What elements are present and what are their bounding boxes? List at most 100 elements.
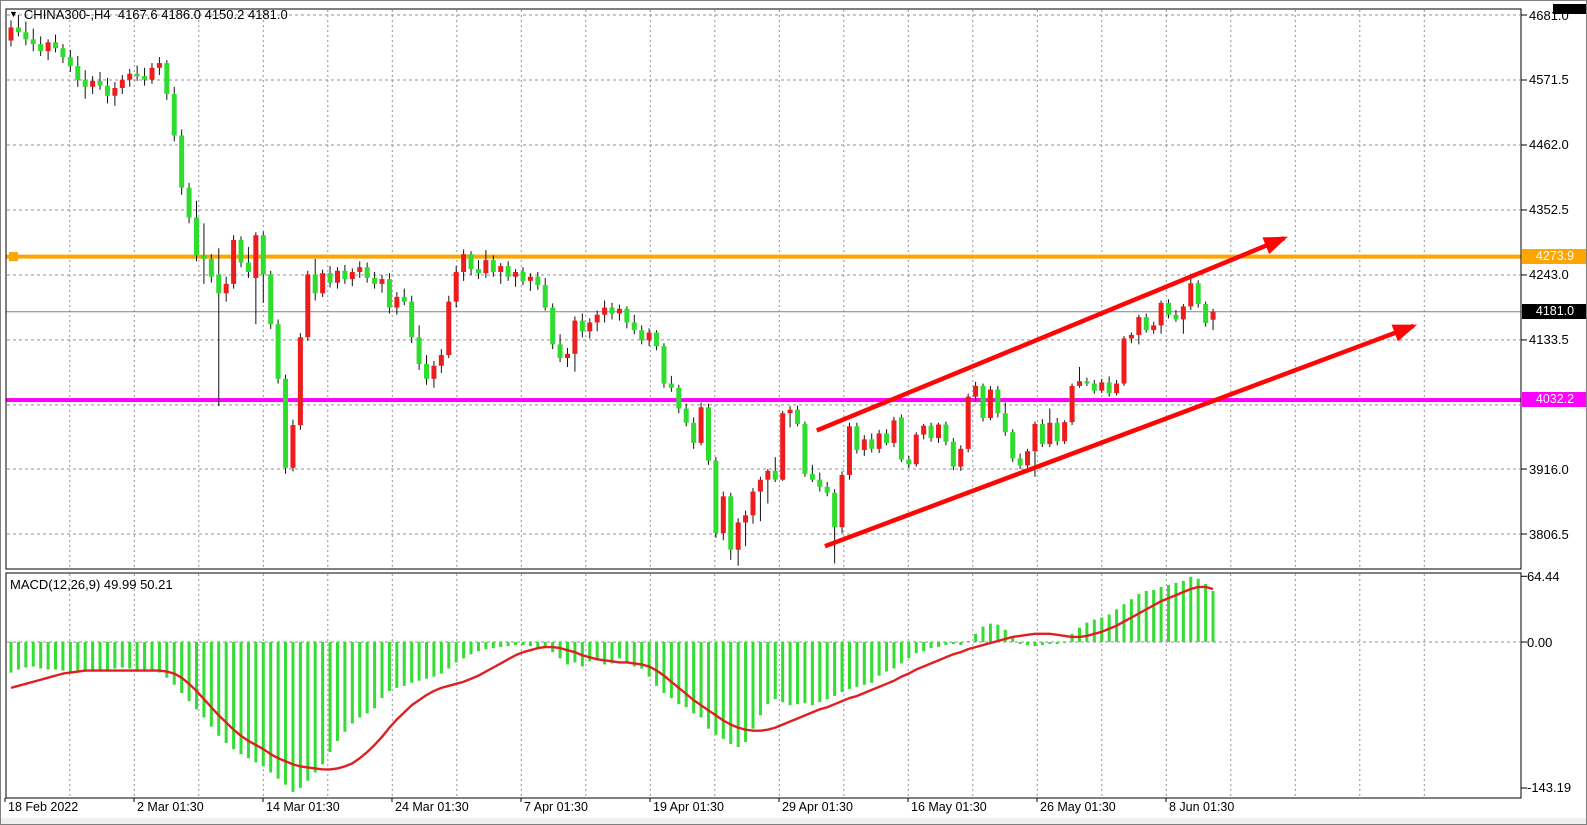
- candle-body[interactable]: [298, 337, 303, 425]
- candle-body[interactable]: [713, 461, 718, 533]
- candle-body[interactable]: [840, 475, 845, 527]
- candle-body[interactable]: [105, 86, 110, 96]
- candle-body[interactable]: [676, 388, 681, 409]
- candle-body[interactable]: [929, 426, 934, 438]
- candle-body[interactable]: [565, 354, 570, 358]
- candle-body[interactable]: [1151, 325, 1156, 330]
- candle-body[interactable]: [409, 302, 414, 338]
- candle-body[interactable]: [580, 321, 585, 332]
- candle-body[interactable]: [802, 424, 807, 474]
- candle-body[interactable]: [1025, 451, 1030, 465]
- candle-body[interactable]: [1040, 424, 1045, 444]
- candle-body[interactable]: [751, 492, 756, 516]
- candle-body[interactable]: [1010, 432, 1015, 458]
- candle-body[interactable]: [60, 48, 65, 57]
- candle-body[interactable]: [877, 433, 882, 448]
- candle-body[interactable]: [721, 496, 726, 533]
- candle-body[interactable]: [90, 81, 95, 87]
- candle-body[interactable]: [290, 425, 295, 468]
- candle-body[interactable]: [1055, 423, 1060, 441]
- candle-body[interactable]: [891, 420, 896, 443]
- candle-body[interactable]: [357, 267, 362, 272]
- candle-body[interactable]: [261, 235, 266, 274]
- candle-body[interactable]: [372, 278, 377, 284]
- candle-body[interactable]: [1144, 317, 1149, 330]
- candle-body[interactable]: [164, 63, 169, 94]
- price-tag[interactable]: 4273.9: [1522, 249, 1587, 264]
- candle-body[interactable]: [1196, 283, 1201, 304]
- candle-body[interactable]: [246, 262, 251, 271]
- candle-body[interactable]: [120, 80, 125, 88]
- candle-body[interactable]: [231, 240, 236, 284]
- candle-body[interactable]: [1077, 381, 1082, 386]
- candle-body[interactable]: [313, 274, 318, 293]
- candle-body[interactable]: [684, 408, 689, 422]
- dropdown-triangle-icon[interactable]: ▼: [9, 9, 18, 19]
- candle-body[interactable]: [268, 274, 273, 324]
- candle-body[interactable]: [1122, 338, 1127, 383]
- candle-body[interactable]: [661, 346, 666, 383]
- candle-body[interactable]: [446, 302, 451, 355]
- candle-body[interactable]: [639, 330, 644, 340]
- candle-body[interactable]: [1107, 382, 1112, 393]
- candle-body[interactable]: [83, 80, 88, 87]
- candle-body[interactable]: [224, 284, 229, 293]
- candle-body[interactable]: [765, 471, 770, 480]
- candle-body[interactable]: [112, 88, 117, 96]
- candle-body[interactable]: [973, 386, 978, 397]
- candle-body[interactable]: [342, 271, 347, 279]
- candle-body[interactable]: [1070, 386, 1075, 422]
- candle-body[interactable]: [728, 496, 733, 549]
- candle-body[interactable]: [16, 27, 21, 32]
- candle-body[interactable]: [9, 27, 14, 40]
- candle-body[interactable]: [513, 272, 518, 277]
- candle-body[interactable]: [921, 426, 926, 435]
- candle-body[interactable]: [1003, 413, 1008, 432]
- candle-body[interactable]: [1092, 384, 1097, 391]
- candle-body[interactable]: [1129, 335, 1134, 339]
- candle-body[interactable]: [31, 39, 36, 44]
- candle-body[interactable]: [135, 74, 140, 76]
- candle-body[interactable]: [283, 379, 288, 468]
- candle-body[interactable]: [209, 259, 214, 277]
- candle-body[interactable]: [558, 344, 563, 358]
- candle-body[interactable]: [194, 217, 199, 255]
- candle-body[interactable]: [936, 425, 941, 439]
- candle-body[interactable]: [149, 68, 154, 80]
- candle-body[interactable]: [572, 321, 577, 354]
- candle-body[interactable]: [1159, 303, 1164, 326]
- candle-body[interactable]: [1181, 306, 1186, 319]
- candle-body[interactable]: [810, 474, 815, 480]
- candle-body[interactable]: [780, 413, 785, 479]
- candle-body[interactable]: [788, 410, 793, 414]
- candle-body[interactable]: [647, 333, 652, 341]
- candle-body[interactable]: [469, 254, 474, 269]
- candle-body[interactable]: [691, 423, 696, 443]
- candle-body[interactable]: [1188, 283, 1193, 306]
- candle-body[interactable]: [699, 407, 704, 443]
- price-tag[interactable]: 4181.0: [1522, 304, 1587, 319]
- candle-body[interactable]: [832, 493, 837, 527]
- candle-body[interactable]: [46, 42, 51, 51]
- candle-body[interactable]: [1166, 303, 1171, 315]
- candle-body[interactable]: [988, 389, 993, 417]
- candle-body[interactable]: [38, 44, 43, 51]
- candle-body[interactable]: [1136, 317, 1141, 335]
- candle-body[interactable]: [1173, 315, 1178, 320]
- candle-body[interactable]: [706, 407, 711, 460]
- candle-body[interactable]: [825, 487, 830, 493]
- candle-body[interactable]: [862, 439, 867, 450]
- candle-body[interactable]: [906, 460, 911, 465]
- trend-arrow[interactable]: [825, 326, 1413, 546]
- candle-body[interactable]: [773, 471, 778, 480]
- candle-body[interactable]: [23, 32, 28, 39]
- candle-body[interactable]: [387, 279, 392, 307]
- candle-body[interactable]: [743, 515, 748, 522]
- candle-body[interactable]: [454, 272, 459, 302]
- candle-body[interactable]: [320, 273, 325, 293]
- candle-body[interactable]: [127, 74, 132, 80]
- candle-body[interactable]: [350, 272, 355, 279]
- candle-body[interactable]: [914, 435, 919, 465]
- candle-body[interactable]: [476, 269, 481, 273]
- candle-body[interactable]: [402, 297, 407, 302]
